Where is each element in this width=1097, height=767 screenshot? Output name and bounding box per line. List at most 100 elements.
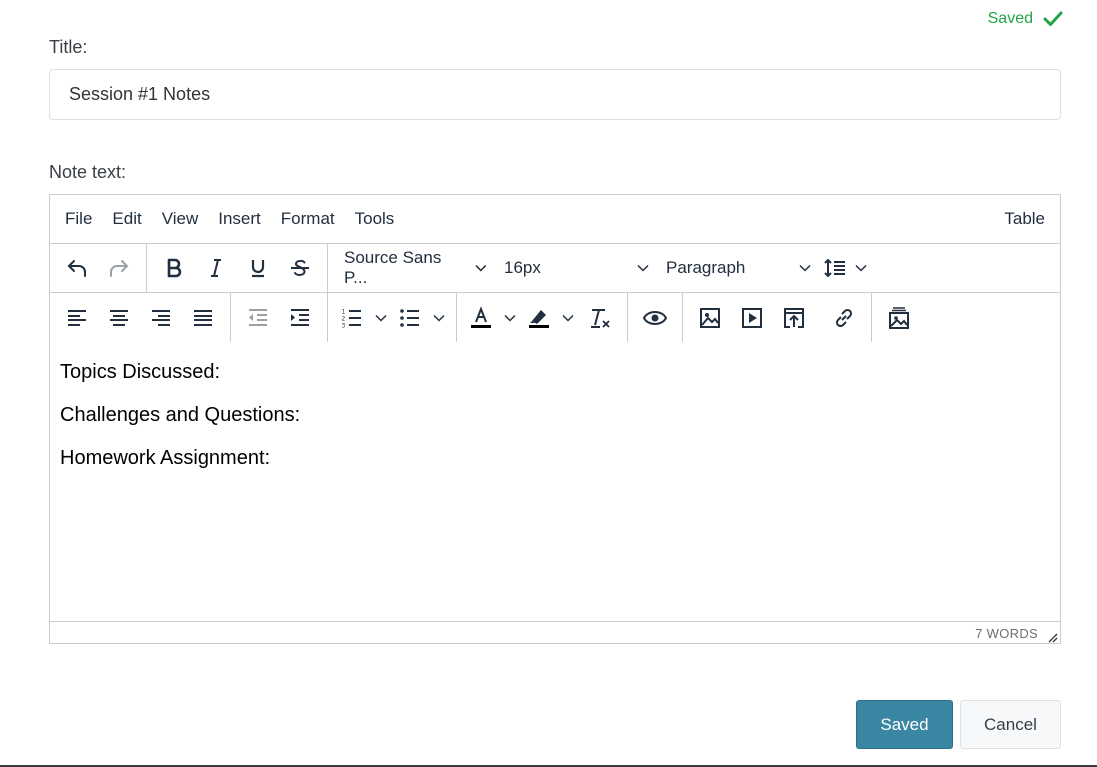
- resize-handle-icon[interactable]: [1048, 633, 1058, 643]
- highlight-color-dropdown[interactable]: [557, 300, 579, 336]
- bullet-list-button[interactable]: [392, 300, 450, 336]
- svg-text:1: 1: [342, 308, 346, 315]
- chevron-down-icon: [375, 314, 387, 322]
- insert-image-button[interactable]: [689, 300, 731, 336]
- chevron-down-icon: [433, 314, 445, 322]
- block-format-value: Paragraph: [666, 258, 746, 277]
- underline-icon: [251, 260, 265, 278]
- editor-toolbar-paragraph: 123: [50, 293, 1060, 342]
- chevron-down-icon: [637, 264, 649, 272]
- editor-menubar: File Edit View Insert Format Tools Table: [50, 195, 1060, 244]
- word-count: 7 WORDS: [975, 626, 1038, 641]
- gallery-button[interactable]: [878, 300, 920, 336]
- highlight-icon: [529, 309, 549, 328]
- align-center-icon: [110, 309, 128, 326]
- bold-button[interactable]: [153, 250, 195, 286]
- font-family-select[interactable]: Source Sans P...: [336, 248, 496, 287]
- preview-button[interactable]: [634, 300, 676, 336]
- font-family-value: Source Sans P...: [344, 248, 442, 287]
- italic-icon: [211, 259, 221, 277]
- numbered-list-main[interactable]: 123: [334, 300, 370, 336]
- bullet-list-dropdown[interactable]: [428, 300, 450, 336]
- line-height-icon: [824, 258, 845, 278]
- outdent-icon: [249, 308, 267, 326]
- gallery-icon: [889, 306, 909, 329]
- chevron-down-icon: [855, 264, 867, 272]
- line-height-main[interactable]: [820, 250, 850, 286]
- align-justify-icon: [194, 309, 212, 326]
- highlight-color-button[interactable]: [521, 300, 579, 336]
- indent-icon: [291, 308, 309, 326]
- image-icon: [700, 307, 720, 328]
- editor-toolbar-formatting: Source Sans P... 16px Paragraph: [50, 244, 1060, 293]
- font-size-value: 16px: [504, 258, 541, 277]
- rich-text-editor: File Edit View Insert Format Tools Table: [49, 194, 1061, 644]
- save-button[interactable]: Saved: [856, 700, 953, 749]
- align-justify-button[interactable]: [182, 300, 224, 336]
- strikethrough-button[interactable]: [279, 250, 321, 286]
- clear-formatting-button[interactable]: [579, 300, 621, 336]
- content-paragraph: Challenges and Questions:: [60, 404, 301, 426]
- redo-icon: [110, 260, 128, 277]
- cancel-button[interactable]: Cancel: [960, 700, 1061, 749]
- align-right-button[interactable]: [140, 300, 182, 336]
- menu-file[interactable]: File: [55, 205, 102, 233]
- highlight-color-main[interactable]: [521, 300, 557, 336]
- align-right-icon: [152, 309, 170, 326]
- title-input[interactable]: [49, 69, 1061, 120]
- text-color-icon: [471, 305, 491, 328]
- svg-text:3: 3: [342, 322, 346, 329]
- menu-view[interactable]: View: [152, 205, 209, 233]
- italic-button[interactable]: [195, 250, 237, 286]
- text-color-button[interactable]: [463, 300, 521, 336]
- font-size-select[interactable]: 16px: [496, 250, 658, 286]
- underline-button[interactable]: [237, 250, 279, 286]
- insert-link-button[interactable]: [823, 300, 865, 336]
- menu-table[interactable]: Table: [994, 205, 1055, 233]
- outdent-button[interactable]: [237, 300, 279, 336]
- chevron-down-icon: [475, 265, 487, 272]
- menu-format[interactable]: Format: [271, 205, 345, 233]
- save-status: Saved: [988, 9, 1063, 29]
- line-height-dropdown[interactable]: [850, 250, 872, 286]
- text-color-dropdown[interactable]: [499, 300, 521, 336]
- checkmark-icon: [1043, 11, 1063, 26]
- menu-insert[interactable]: Insert: [208, 205, 271, 233]
- line-height-button[interactable]: [820, 250, 872, 286]
- editor-statusbar: 7 WORDS: [50, 621, 1060, 645]
- redo-button[interactable]: [98, 250, 140, 286]
- save-status-text: Saved: [987, 10, 1033, 27]
- bold-icon: [167, 258, 182, 278]
- block-format-select[interactable]: Paragraph: [658, 250, 820, 286]
- upload-button[interactable]: [773, 300, 815, 336]
- note-text-label: Note text:: [49, 162, 127, 182]
- numbered-list-icon: 123: [342, 308, 361, 329]
- undo-icon: [68, 260, 86, 277]
- text-color-main[interactable]: [463, 300, 499, 336]
- strikethrough-icon: [291, 259, 309, 276]
- bullet-list-main[interactable]: [392, 300, 428, 336]
- align-left-icon: [68, 309, 86, 326]
- chevron-down-icon: [562, 314, 574, 322]
- title-label: Title:: [49, 37, 88, 57]
- editor-content-area[interactable]: Topics Discussed: Challenges and Questio…: [50, 342, 1060, 621]
- chevron-down-icon: [799, 264, 811, 272]
- undo-button[interactable]: [56, 250, 98, 286]
- align-left-button[interactable]: [56, 300, 98, 336]
- numbered-list-button[interactable]: 123: [334, 300, 392, 336]
- menu-tools[interactable]: Tools: [345, 205, 405, 233]
- indent-button[interactable]: [279, 300, 321, 336]
- upload-icon: [784, 307, 804, 328]
- content-paragraph: Homework Assignment:: [60, 447, 271, 469]
- align-center-button[interactable]: [98, 300, 140, 336]
- preview-icon: [643, 310, 667, 325]
- bullet-list-icon: [400, 308, 419, 327]
- svg-text:2: 2: [342, 315, 346, 322]
- link-icon: [835, 308, 853, 327]
- menu-edit[interactable]: Edit: [102, 205, 151, 233]
- media-icon: [742, 307, 762, 328]
- clear-format-icon: [591, 308, 610, 328]
- insert-media-button[interactable]: [731, 300, 773, 336]
- numbered-list-dropdown[interactable]: [370, 300, 392, 336]
- chevron-down-icon: [504, 314, 516, 322]
